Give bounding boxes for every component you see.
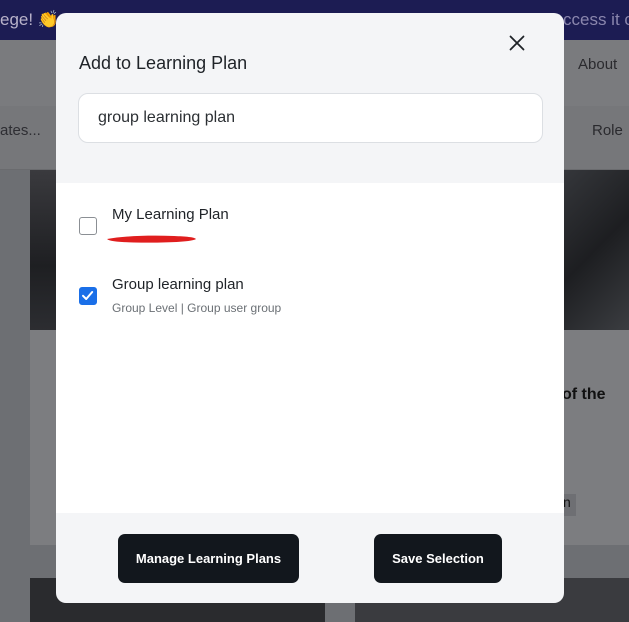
add-to-learning-plan-modal: Add to Learning Plan My Learning Plan Gr…: [56, 13, 564, 603]
banner-text-left: ege! 👏: [0, 10, 59, 29]
banner-text-right: ccess it c: [563, 10, 629, 29]
checkbox-my-learning-plan[interactable]: [79, 217, 97, 235]
close-icon: [509, 35, 525, 51]
option-label: My Learning Plan: [112, 206, 229, 223]
filter-dropdown-dates[interactable]: ates...: [0, 122, 41, 139]
learning-plan-list: My Learning Plan Group learning plan Gro…: [56, 183, 564, 513]
course-card-link[interactable]: n: [562, 494, 576, 516]
list-item-my-learning-plan[interactable]: My Learning Plan: [56, 191, 564, 251]
search-input[interactable]: [78, 93, 543, 143]
checkmark-icon: [82, 291, 94, 300]
modal-title: Add to Learning Plan: [79, 53, 248, 73]
option-sublabel: Group Level | Group user group: [112, 301, 282, 315]
manage-learning-plans-button[interactable]: Manage Learning Plans: [118, 534, 299, 583]
checkbox-group-learning-plan[interactable]: [79, 287, 97, 305]
save-selection-button[interactable]: Save Selection: [374, 534, 502, 583]
course-card-image: [30, 170, 58, 330]
close-button[interactable]: [505, 31, 529, 55]
option-label: Group learning plan: [112, 276, 244, 293]
red-underline-annotation: [107, 235, 196, 243]
filter-dropdown-role[interactable]: Role: [592, 122, 623, 139]
nav-link-about[interactable]: About: [578, 56, 617, 73]
list-item-group-learning-plan[interactable]: Group learning plan Group Level | Group …: [56, 261, 564, 321]
course-card-image: [562, 170, 629, 330]
course-card-title: of the: [562, 386, 606, 403]
course-card: [30, 330, 58, 545]
